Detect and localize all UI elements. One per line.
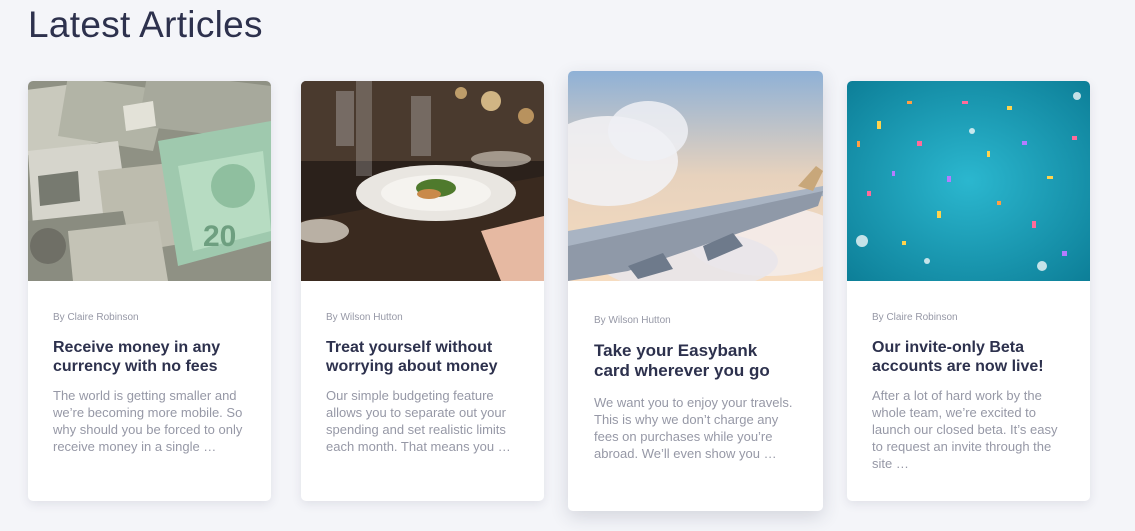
- article-excerpt: After a lot of hard work by the whole te…: [872, 388, 1058, 471]
- page-title: Latest Articles: [28, 4, 263, 45]
- airplane-wing-clouds-image: [568, 71, 823, 281]
- article-image[interactable]: [568, 71, 823, 281]
- article-title[interactable]: Take your Easybank card wherever you go: [594, 341, 797, 381]
- article-card[interactable]: By Claire Robinson Our invite-only Beta …: [847, 81, 1090, 501]
- svg-text:20: 20: [203, 220, 236, 253]
- article-card[interactable]: By Wilson Hutton Take your Easybank card…: [568, 71, 823, 511]
- money-pile-image: 20: [28, 81, 271, 281]
- article-excerpt: We want you to enjoy your travels. This …: [594, 395, 793, 461]
- article-author: By Claire Robinson: [53, 312, 139, 323]
- article-author: By Claire Robinson: [872, 312, 958, 323]
- article-image[interactable]: [301, 81, 544, 281]
- article-card[interactable]: By Wilson Hutton Treat yourself without …: [301, 81, 544, 501]
- article-title[interactable]: Receive money in any currency with no fe…: [53, 338, 246, 376]
- article-title[interactable]: Treat yourself without worrying about mo…: [326, 338, 519, 376]
- article-title[interactable]: Our invite-only Beta accounts are now li…: [872, 338, 1065, 376]
- confetti-image: [847, 81, 1090, 281]
- article-image[interactable]: [847, 81, 1090, 281]
- article-author: By Wilson Hutton: [326, 312, 403, 323]
- article-excerpt: The world is getting smaller and we’re b…: [53, 388, 243, 454]
- article-excerpt: Our simple budgeting feature allows you …: [326, 388, 511, 454]
- article-author: By Wilson Hutton: [594, 315, 671, 326]
- restaurant-dinner-image: [301, 81, 544, 281]
- article-image[interactable]: 20: [28, 81, 271, 281]
- article-card[interactable]: 20 By Claire Robinson Receive money in a…: [28, 81, 271, 501]
